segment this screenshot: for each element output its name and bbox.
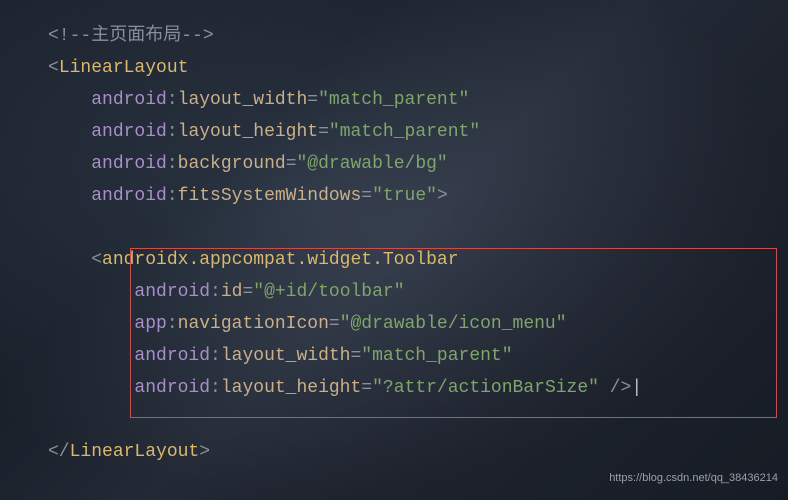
attr-name: layout_height bbox=[221, 378, 361, 398]
tag-bracket: </ bbox=[48, 442, 70, 462]
highlighted-section: <androidx.appcompat.widget.Toolbar andro… bbox=[48, 244, 788, 404]
code-line: android:layout_width="match_parent" bbox=[48, 340, 788, 372]
attr-ns: app bbox=[134, 314, 166, 334]
tag-bracket: < bbox=[91, 250, 102, 270]
tag-close: /> bbox=[599, 378, 631, 398]
text-cursor: | bbox=[631, 378, 642, 398]
tag-bracket: > bbox=[199, 442, 210, 462]
attr-value: "match_parent" bbox=[318, 90, 469, 110]
attr-ns: android bbox=[134, 378, 210, 398]
attr-ns: android bbox=[134, 282, 210, 302]
attr-value: "match_parent" bbox=[329, 122, 480, 142]
blank-line bbox=[48, 404, 788, 436]
code-line: android:fitsSystemWindows="true"> bbox=[48, 180, 788, 212]
attr-ns: android bbox=[91, 154, 167, 174]
tag-bracket: < bbox=[48, 58, 59, 78]
code-block: <!--主页面布局--> <LinearLayout android:layou… bbox=[0, 0, 788, 468]
tag-name: LinearLayout bbox=[70, 442, 200, 462]
attr-name: id bbox=[221, 282, 243, 302]
comment-text: 主页面布局 bbox=[91, 26, 181, 46]
attr-value: "@+id/toolbar" bbox=[253, 282, 404, 302]
code-line: app:navigationIcon="@drawable/icon_menu" bbox=[48, 308, 788, 340]
code-line: <!--主页面布局--> bbox=[48, 20, 788, 52]
attr-name: fitsSystemWindows bbox=[178, 186, 362, 206]
attr-value: "?attr/actionBarSize" bbox=[372, 378, 599, 398]
attr-value: "true" bbox=[372, 186, 437, 206]
attr-ns: android bbox=[91, 122, 167, 142]
attr-ns: android bbox=[134, 346, 210, 366]
comment-open: <!-- bbox=[48, 26, 91, 46]
attr-ns: android bbox=[91, 186, 167, 206]
attr-name: layout_width bbox=[221, 346, 351, 366]
tag-bracket: > bbox=[437, 186, 448, 206]
tag-name: androidx.appcompat.widget.Toolbar bbox=[102, 250, 458, 270]
attr-value: "match_parent" bbox=[361, 346, 512, 366]
attr-name: layout_height bbox=[178, 122, 318, 142]
code-line: <androidx.appcompat.widget.Toolbar bbox=[48, 244, 788, 276]
code-line: android:layout_height="match_parent" bbox=[48, 116, 788, 148]
attr-name: background bbox=[178, 154, 286, 174]
comment-close: --> bbox=[181, 26, 213, 46]
code-line: android:layout_width="match_parent" bbox=[48, 84, 788, 116]
watermark-text: https://blog.csdn.net/qq_38436214 bbox=[609, 462, 778, 494]
attr-value: "@drawable/icon_menu" bbox=[340, 314, 567, 334]
attr-name: navigationIcon bbox=[178, 314, 329, 334]
attr-name: layout_width bbox=[178, 90, 308, 110]
attr-ns: android bbox=[91, 90, 167, 110]
blank-line bbox=[48, 212, 788, 244]
tag-name: LinearLayout bbox=[59, 58, 189, 78]
code-line: android:layout_height="?attr/actionBarSi… bbox=[48, 372, 788, 404]
attr-value: "@drawable/bg" bbox=[297, 154, 448, 174]
code-line: <LinearLayout bbox=[48, 52, 788, 84]
code-line: android:background="@drawable/bg" bbox=[48, 148, 788, 180]
code-line: android:id="@+id/toolbar" bbox=[48, 276, 788, 308]
